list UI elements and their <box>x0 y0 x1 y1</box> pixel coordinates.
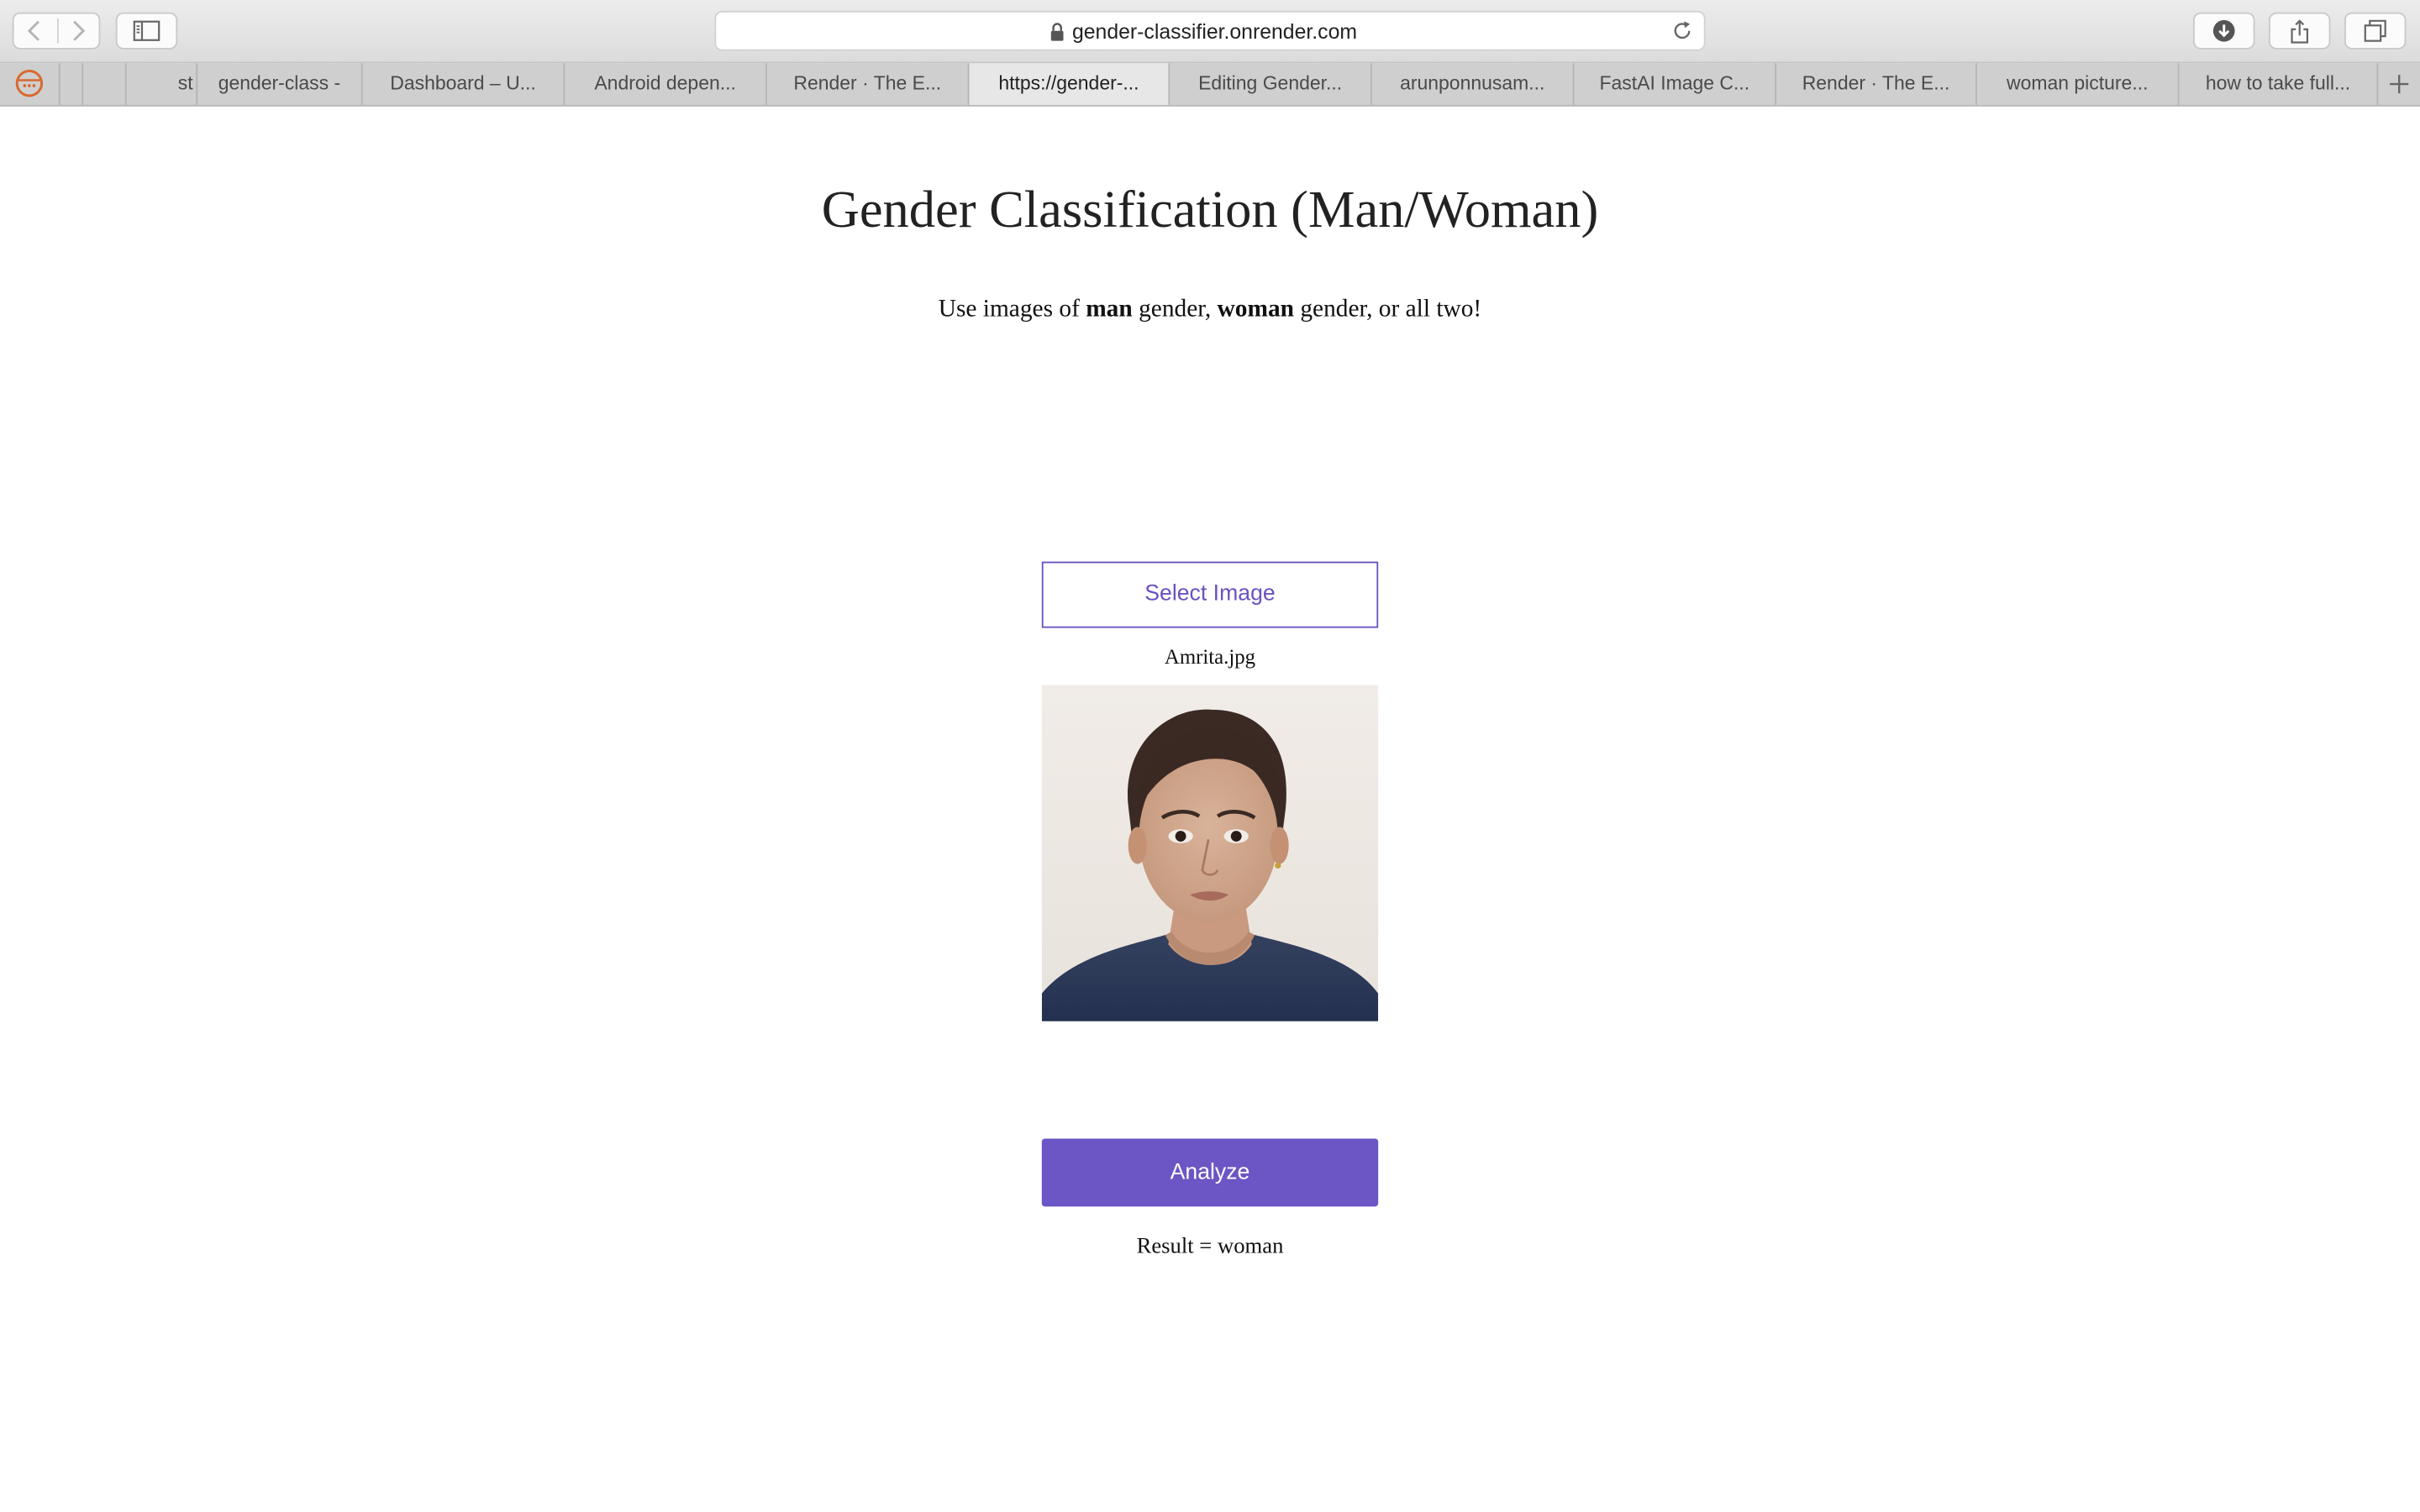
subtitle-bold-woman: woman <box>1217 296 1294 323</box>
downloads-button[interactable] <box>2193 12 2255 50</box>
tab-label: FastAI Image C... <box>1599 72 1750 95</box>
sidebar-button[interactable] <box>115 12 178 50</box>
tab[interactable]: Android depen... <box>565 63 767 105</box>
tab-bar: st gender-class - Dashboard – U... Andro… <box>0 63 2420 107</box>
tab[interactable]: st <box>127 63 198 105</box>
uploaded-image-preview <box>1041 685 1379 1021</box>
tab[interactable]: how to take full... <box>2179 63 2379 105</box>
chevron-left-icon <box>27 20 39 41</box>
page-title: Gender Classification (Man/Woman) <box>821 181 1599 239</box>
tab-active[interactable]: https://gender-... <box>969 63 1171 105</box>
subtitle-suffix: gender, or all two! <box>1293 296 1482 323</box>
share-icon <box>2291 19 2309 44</box>
portrait-photo <box>1041 685 1379 1021</box>
tab[interactable]: Editing Gender... <box>1170 63 1372 105</box>
tab[interactable]: Render · The E... <box>1776 63 1977 105</box>
tab[interactable]: gender-class - <box>197 63 363 105</box>
tab-label: Render · The E... <box>1802 72 1950 95</box>
tab-label: https://gender-... <box>998 72 1139 95</box>
tab[interactable]: Render · The E... <box>767 63 970 105</box>
analyze-button[interactable]: Analyze <box>1041 1138 1379 1207</box>
tab[interactable]: Dashboard – U... <box>363 63 566 105</box>
select-image-button[interactable]: Select Image <box>1041 561 1379 628</box>
tab-label: st <box>177 72 193 95</box>
subtitle-prefix: Use images of <box>938 296 1086 323</box>
pinned-tab[interactable] <box>0 63 60 105</box>
tab[interactable]: woman picture... <box>1977 63 2180 105</box>
tab[interactable]: FastAI Image C... <box>1574 63 1777 105</box>
reload-icon[interactable] <box>1671 20 1693 42</box>
browser-toolbar: gender-classifier.onrender.com <box>0 0 2420 64</box>
tab[interactable]: arunponnusam... <box>1372 63 1575 105</box>
navigation-buttons <box>12 12 101 50</box>
address-bar[interactable]: gender-classifier.onrender.com <box>714 10 1706 51</box>
share-button[interactable] <box>2269 12 2331 50</box>
result-text: Result = woman <box>1136 1234 1284 1259</box>
tab-label: Render · The E... <box>793 72 942 95</box>
pinned-tab[interactable] <box>83 63 127 105</box>
subtitle-mid: gender, <box>1132 296 1218 323</box>
tab-label: Android depen... <box>594 72 736 95</box>
sidebar-icon <box>133 20 160 41</box>
url-text: gender-classifier.onrender.com <box>1071 19 1358 44</box>
forward-button[interactable] <box>59 17 99 45</box>
selected-filename: Amrita.jpg <box>1164 644 1256 669</box>
new-tab-button[interactable] <box>2378 63 2420 105</box>
tabs-overview-icon <box>2364 19 2386 42</box>
tab-label: Dashboard – U... <box>390 72 536 95</box>
tab-label: how to take full... <box>2205 72 2351 95</box>
pinned-tab[interactable] <box>60 63 84 105</box>
page-subtitle: Use images of man gender, woman gender, … <box>0 297 2420 324</box>
tab-label: woman picture... <box>2007 72 2149 95</box>
pinned-site-icon <box>15 70 44 97</box>
tab-overview-button[interactable] <box>2344 12 2407 50</box>
back-button[interactable] <box>14 17 55 45</box>
tab-label: gender-class - <box>218 72 341 95</box>
download-icon <box>2212 19 2235 42</box>
browser-window: gender-classifier.onrender.com st gender… <box>0 0 2420 1512</box>
chevron-right-icon <box>73 20 86 41</box>
tab-label: arunponnusam... <box>1400 72 1545 95</box>
plus-icon <box>2390 75 2409 94</box>
tab-label: Editing Gender... <box>1198 72 1343 95</box>
subtitle-bold-man: man <box>1086 296 1133 323</box>
